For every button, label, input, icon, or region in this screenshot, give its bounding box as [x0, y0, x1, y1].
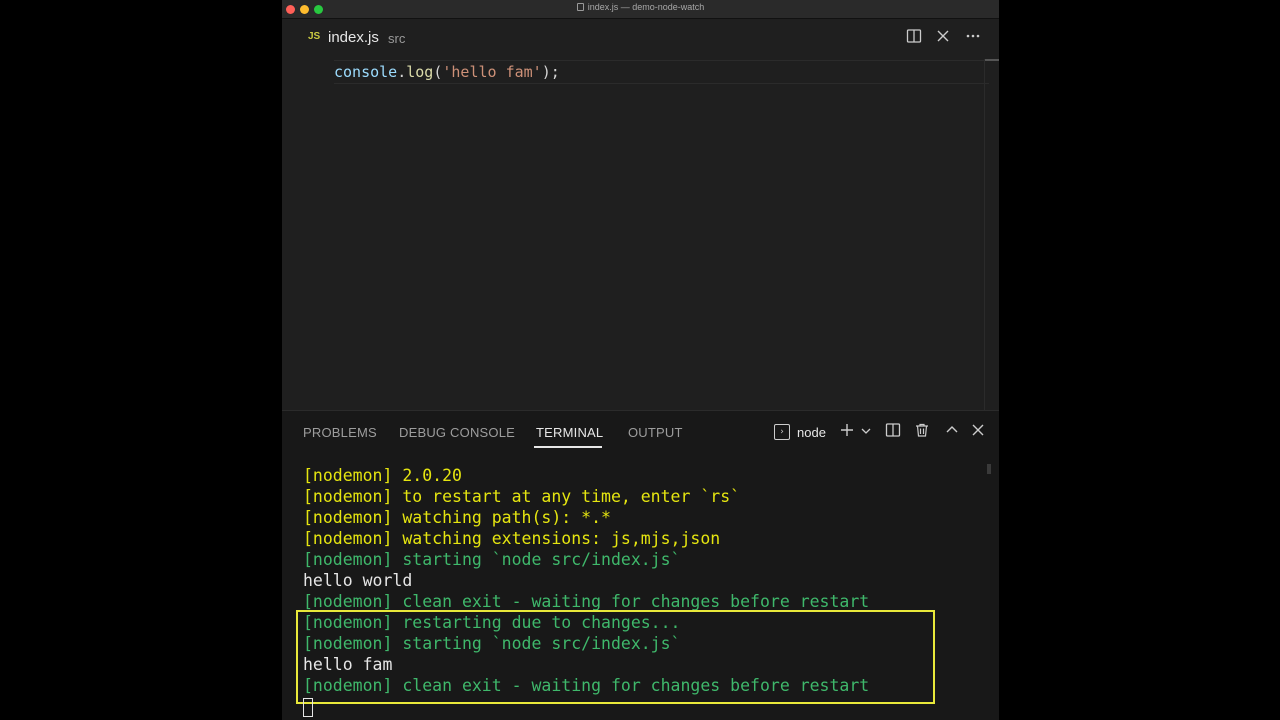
split-terminal-icon[interactable] — [884, 422, 902, 442]
chevron-down-icon[interactable] — [859, 422, 873, 442]
file-icon — [576, 3, 584, 11]
annotation-highlight-box — [296, 610, 935, 704]
code-identifier: console — [334, 63, 398, 81]
split-editor-icon[interactable] — [904, 28, 924, 48]
terminal-scrollbar[interactable] — [987, 464, 991, 474]
close-panel-icon[interactable] — [970, 422, 986, 442]
tab-folder-name: src — [388, 31, 406, 46]
editor-ruler — [984, 59, 985, 410]
code-string: 'hello fam' — [442, 63, 542, 81]
tab-terminal[interactable]: TERMINAL — [536, 425, 603, 440]
vscode-window: index.js — demo-node-watch JS index.js s… — [282, 0, 999, 720]
tab-output[interactable]: OUTPUT — [628, 425, 683, 440]
bottom-panel: PROBLEMS DEBUG CONSOLE TERMINAL OUTPUT ›… — [282, 410, 999, 720]
terminal-line: [nodemon] watching path(s): *.* — [303, 508, 611, 527]
code-line-1[interactable]: console.log('hello fam'); — [334, 61, 560, 83]
terminal-line: [nodemon] watching extensions: js,mjs,js… — [303, 529, 721, 548]
trash-icon[interactable] — [913, 422, 931, 442]
terminal-name[interactable]: node — [797, 425, 826, 440]
tab-file-name: index.js — [328, 29, 379, 46]
editor-tab-bar: JS index.js src — [282, 19, 999, 59]
code-function: log — [406, 63, 434, 81]
terminal-line: [nodemon] starting `node src/index.js` — [303, 550, 681, 569]
more-actions-icon[interactable] — [963, 28, 983, 48]
code-paren-close: ); — [541, 63, 560, 81]
terminal-line: [nodemon] 2.0.20 — [303, 466, 462, 485]
plus-icon[interactable] — [838, 422, 856, 442]
minimap-marker[interactable] — [985, 59, 999, 61]
terminal-line: [nodemon] to restart at any time, enter … — [303, 487, 741, 506]
code-dot: . — [397, 63, 407, 81]
window-title-text: index.js — demo-node-watch — [587, 2, 705, 12]
code-editor[interactable]: console.log('hello fam'); — [282, 59, 999, 410]
tab-problems[interactable]: PROBLEMS — [303, 425, 377, 440]
tab-debug-console[interactable]: DEBUG CONSOLE — [399, 425, 515, 440]
window-title: index.js — demo-node-watch — [282, 2, 999, 12]
terminal-line: [nodemon] clean exit - waiting for chang… — [303, 592, 870, 611]
terminal-line: hello world — [303, 571, 413, 590]
terminal-cursor — [303, 698, 313, 717]
close-icon[interactable] — [933, 28, 953, 48]
terminal-icon: › — [774, 424, 790, 440]
active-tab-indicator — [534, 446, 602, 448]
js-file-icon: JS — [308, 31, 321, 42]
title-bar: index.js — demo-node-watch — [282, 0, 999, 19]
chevron-up-icon[interactable] — [944, 422, 960, 442]
